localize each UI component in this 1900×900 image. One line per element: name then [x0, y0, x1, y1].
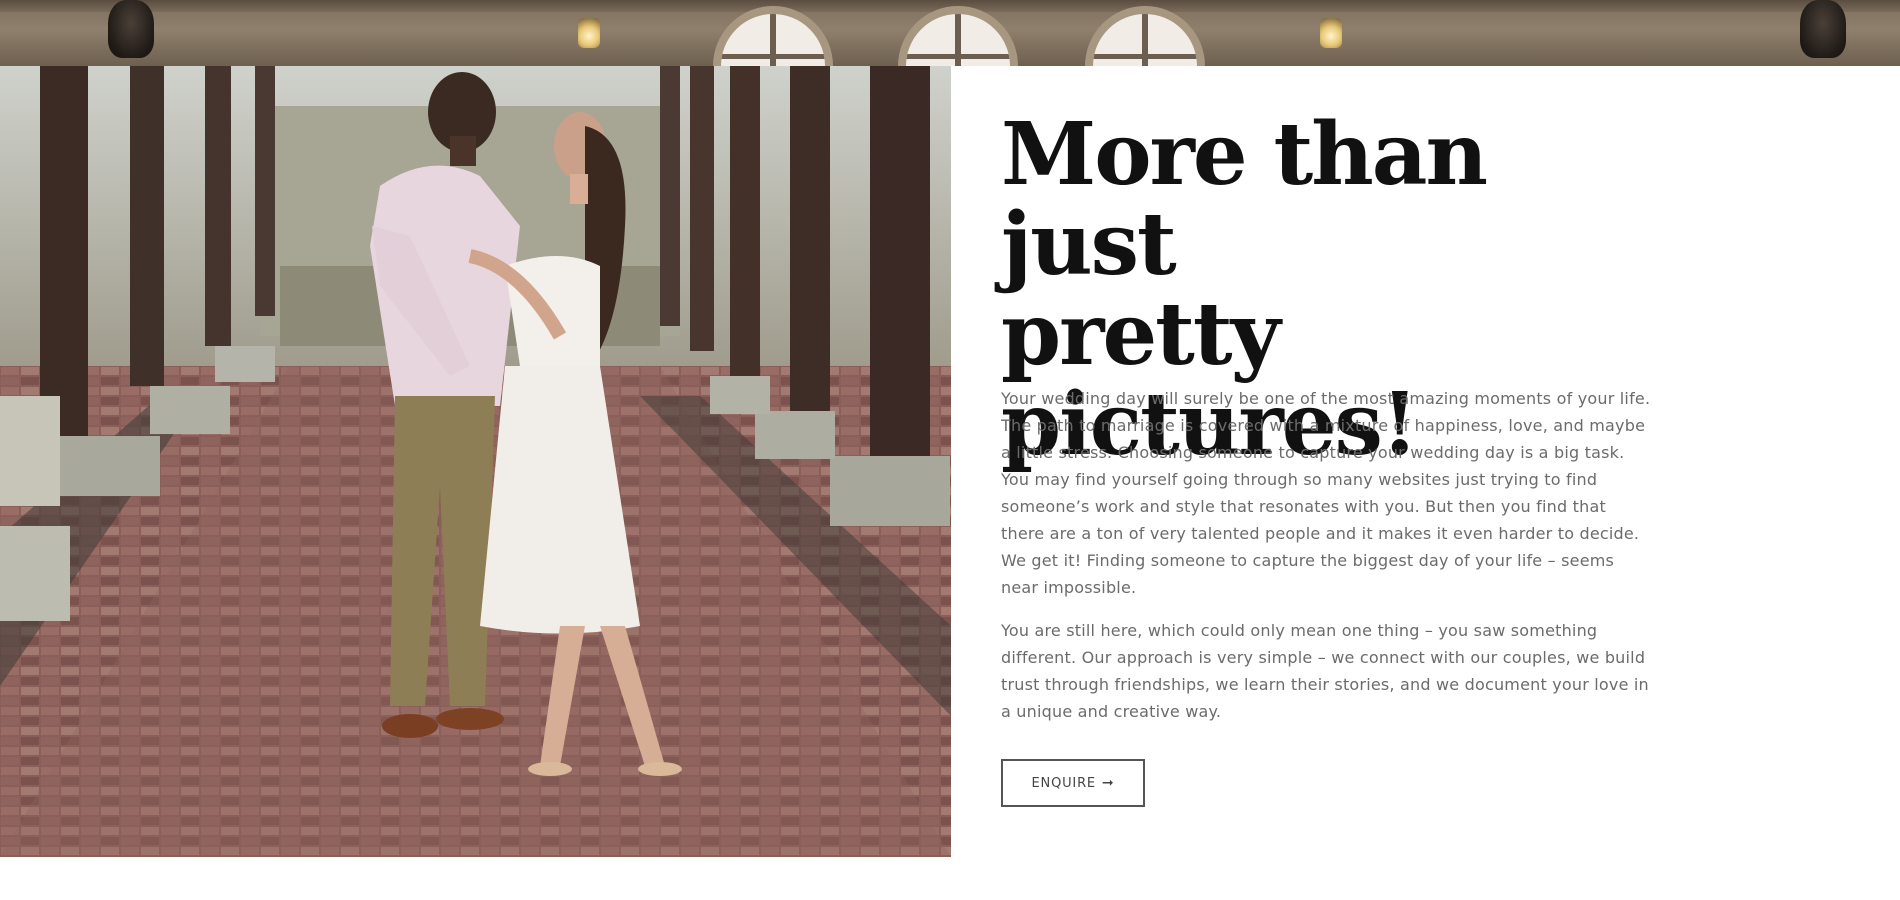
arched-window	[898, 6, 1018, 66]
intro-paragraph-1: Your wedding day will surely be one of t…	[1001, 389, 1651, 597]
urn-decoration	[108, 0, 154, 58]
enquire-button[interactable]: ENQUIRE ➞	[1001, 759, 1145, 807]
intro-paragraph-2: You are still here, which could only mea…	[1001, 621, 1649, 721]
header-background-image	[0, 0, 1900, 66]
wall-lamp	[1320, 18, 1342, 48]
wall-lamp	[578, 18, 600, 48]
urn-decoration	[1800, 0, 1846, 58]
enquire-button-label: ENQUIRE	[1031, 775, 1096, 791]
headline-line-1: More than just	[1001, 104, 1488, 295]
couple-photo	[0, 66, 951, 857]
arrow-right-icon: ➞	[1101, 775, 1115, 791]
couple-photo-illustration	[0, 66, 951, 857]
arched-window	[713, 6, 833, 66]
intro-section: More than just pretty pictures! Your wed…	[1001, 110, 1651, 807]
arched-window	[1085, 6, 1205, 66]
